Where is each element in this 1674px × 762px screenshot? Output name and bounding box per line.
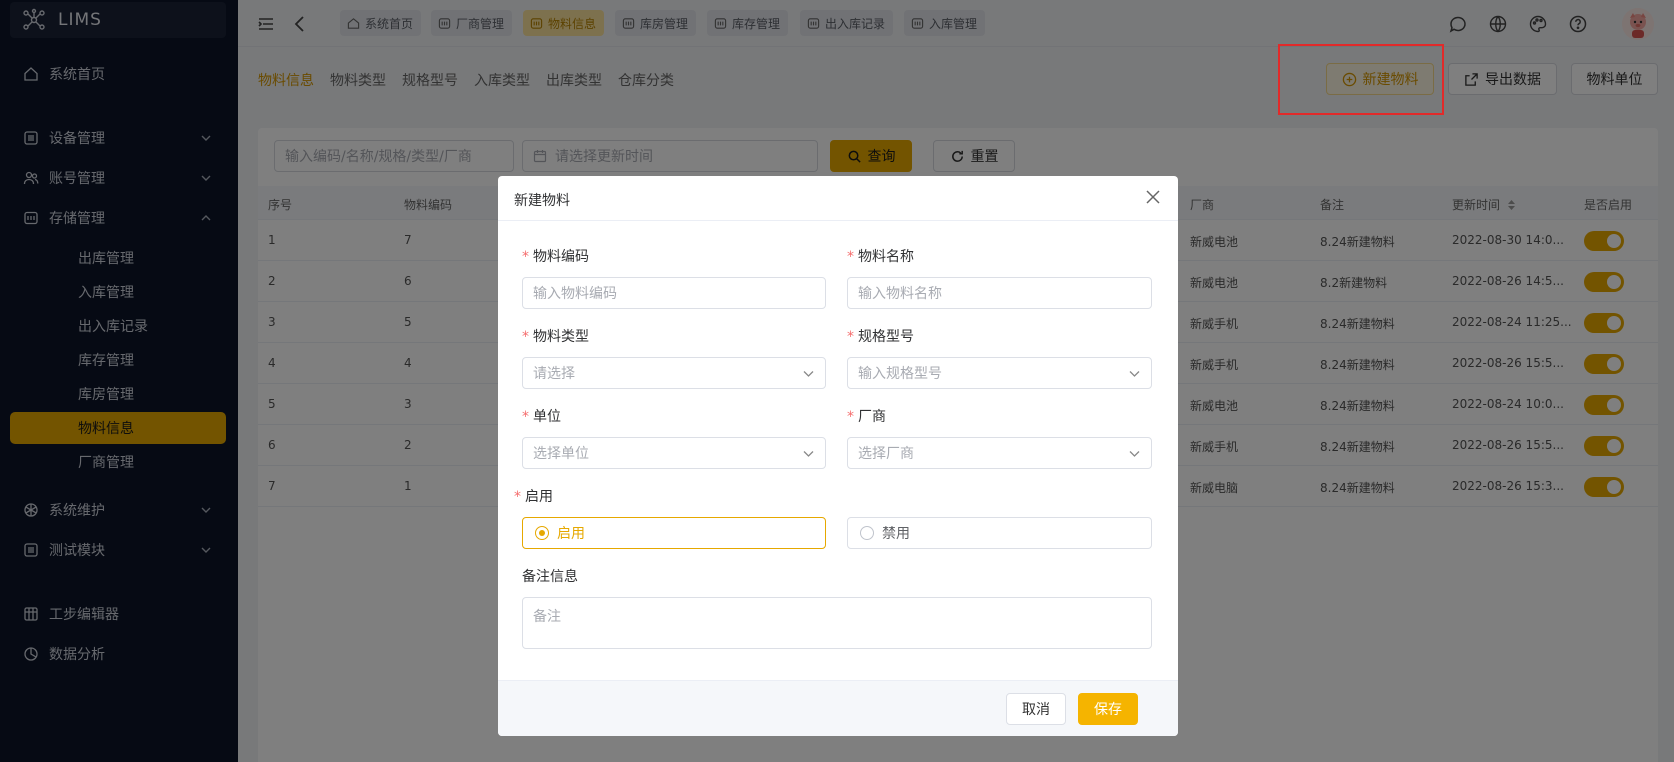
input-placeholder: 选择单位 (533, 446, 589, 462)
save-button[interactable]: 保存 (1078, 693, 1138, 725)
code-label: * 物料编码 (522, 249, 589, 265)
spec-model-select[interactable]: 输入规格型号 (847, 357, 1152, 389)
dialog-header: 新建物料 (498, 176, 1178, 221)
cancel-button[interactable]: 取消 (1006, 693, 1066, 725)
spec-label: * 规格型号 (847, 329, 914, 345)
radio-label: 启用 (557, 526, 585, 542)
close-icon[interactable] (1144, 188, 1162, 206)
enable-label: * 启用 (514, 489, 553, 505)
input-placeholder: 备注 (533, 609, 561, 625)
chevron-down-icon (1129, 451, 1140, 457)
name-label: * 物料名称 (847, 249, 914, 265)
chevron-down-icon (1129, 371, 1140, 377)
enable-radio-on[interactable]: 启用 (522, 517, 826, 549)
material-type-select[interactable]: 请选择 (522, 357, 826, 389)
unit-label: * 单位 (522, 409, 561, 425)
material-name-input[interactable]: 输入物料名称 (847, 277, 1152, 309)
remark-textarea[interactable]: 备注 (522, 597, 1152, 649)
remark-label: 备注信息 (522, 569, 578, 585)
dialog-footer: 取消 保存 (498, 680, 1178, 736)
input-placeholder: 输入规格型号 (858, 366, 942, 382)
vendor-label: * 厂商 (847, 409, 886, 425)
highlight-box (1278, 44, 1444, 115)
input-placeholder: 输入物料名称 (858, 286, 942, 302)
input-placeholder: 输入物料编码 (533, 286, 617, 302)
dialog-title: 新建物料 (514, 193, 570, 209)
radio-dot (535, 526, 549, 540)
material-code-input[interactable]: 输入物料编码 (522, 277, 826, 309)
radio-dot (860, 526, 874, 540)
radio-label: 禁用 (882, 526, 910, 542)
chevron-down-icon (803, 451, 814, 457)
input-placeholder: 选择厂商 (858, 446, 914, 462)
enable-radio-off[interactable]: 禁用 (847, 517, 1152, 549)
vendor-select[interactable]: 选择厂商 (847, 437, 1152, 469)
unit-select[interactable]: 选择单位 (522, 437, 826, 469)
type-label: * 物料类型 (522, 329, 589, 345)
new-material-dialog: 新建物料 * 物料编码 输入物料编码 * 物料名称 输入物料名称 * 物料类型 请选择… (498, 176, 1178, 736)
chevron-down-icon (803, 371, 814, 377)
input-placeholder: 请选择 (533, 366, 575, 382)
